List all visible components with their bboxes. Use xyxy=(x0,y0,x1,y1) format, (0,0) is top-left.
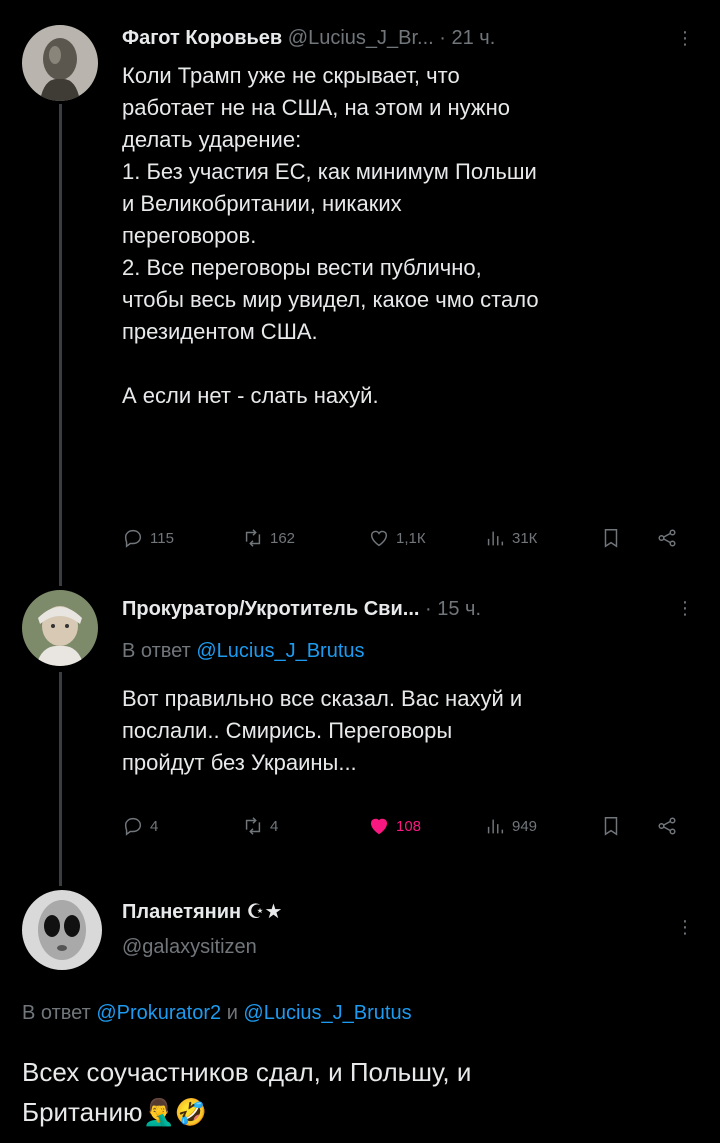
avatar[interactable] xyxy=(22,25,98,101)
author-handle[interactable]: @galaxysitizen xyxy=(122,935,257,959)
tweet-header: Прокуратор/Укротитель Сви... · 15 ч. xyxy=(122,597,481,621)
tweet-header: Фагот Коровьев @Lucius_J_Br... · 21 ч. xyxy=(122,26,495,50)
like-icon xyxy=(370,818,388,835)
avatar[interactable] xyxy=(22,890,102,970)
author-name[interactable]: Планетянин ☪★ xyxy=(122,901,282,923)
reply-icon xyxy=(124,529,142,548)
reply-button[interactable]: 4 xyxy=(122,815,158,837)
like-button[interactable]: 108 xyxy=(368,815,421,837)
thread-line xyxy=(59,672,62,886)
share-button[interactable] xyxy=(656,527,678,549)
views-count: 31К xyxy=(512,529,538,547)
more-options-icon[interactable]: ⋮ xyxy=(676,599,694,617)
views-count: 949 xyxy=(512,817,538,835)
reply-count: 115 xyxy=(150,529,174,547)
views-icon xyxy=(487,531,504,546)
reply-icon xyxy=(124,817,142,836)
like-count: 1,1К xyxy=(396,529,426,547)
like-count: 108 xyxy=(396,817,422,835)
reply-and: и xyxy=(226,1002,238,1024)
bookmark-icon xyxy=(604,817,618,836)
retweet-count: 4 xyxy=(270,817,279,835)
reply-handle-link[interactable]: @Lucius_J_Brutus xyxy=(243,1002,411,1024)
like-icon xyxy=(370,530,388,547)
tweet-header: Планетянин ☪★ xyxy=(122,900,282,924)
retweet-count: 162 xyxy=(270,529,296,547)
tweet-text: Всех соучастников сдал, и Польшу, и Брит… xyxy=(22,1057,472,1127)
bookmark-icon xyxy=(604,529,618,548)
reply-prefix: В ответ xyxy=(22,1002,91,1024)
tweet-text: Коли Трамп уже не скрывает, что работает… xyxy=(122,63,539,408)
tweet-actions: 115 162 1,1К 31К xyxy=(122,527,702,553)
retweet-icon xyxy=(245,529,261,547)
retweet-button[interactable]: 162 xyxy=(242,527,295,549)
share-icon xyxy=(658,529,676,547)
retweet-icon xyxy=(245,817,261,835)
views-button[interactable]: 31К xyxy=(484,527,537,549)
bookmark-button[interactable] xyxy=(600,527,622,549)
reply-context: В ответ @Lucius_J_Brutus xyxy=(122,640,365,663)
timestamp[interactable]: · 21 ч. xyxy=(439,27,495,49)
reply-count: 4 xyxy=(150,817,159,835)
tweet-actions: 4 4 108 949 xyxy=(122,815,702,841)
author-name[interactable]: Прокуратор/Укротитель Сви... xyxy=(122,598,419,620)
author-name[interactable]: Фагот Коровьев xyxy=(122,27,282,49)
views-button[interactable]: 949 xyxy=(484,815,537,837)
more-options-icon[interactable]: ⋮ xyxy=(676,29,694,47)
reply-handle-link[interactable]: @Lucius_J_Brutus xyxy=(196,640,364,662)
reply-context: В ответ @Prokurator2 и @Lucius_J_Brutus xyxy=(22,1002,412,1025)
bookmark-button[interactable] xyxy=(600,815,622,837)
like-button[interactable]: 1,1К xyxy=(368,527,426,549)
timestamp[interactable]: · 15 ч. xyxy=(425,598,481,620)
reply-prefix: В ответ xyxy=(122,640,191,662)
views-icon xyxy=(487,819,504,834)
avatar[interactable] xyxy=(22,590,98,666)
retweet-button[interactable]: 4 xyxy=(242,815,278,837)
more-options-icon[interactable]: ⋮ xyxy=(676,918,694,936)
share-icon xyxy=(658,817,676,835)
thread-line xyxy=(59,104,62,586)
reply-handle-link[interactable]: @Prokurator2 xyxy=(96,1002,221,1024)
author-handle[interactable]: @Lucius_J_Br... xyxy=(288,27,434,49)
tweet-text: Вот правильно все сказал. Вас нахуй и по… xyxy=(122,686,523,775)
share-button[interactable] xyxy=(656,815,678,837)
reply-button[interactable]: 115 xyxy=(122,527,174,549)
